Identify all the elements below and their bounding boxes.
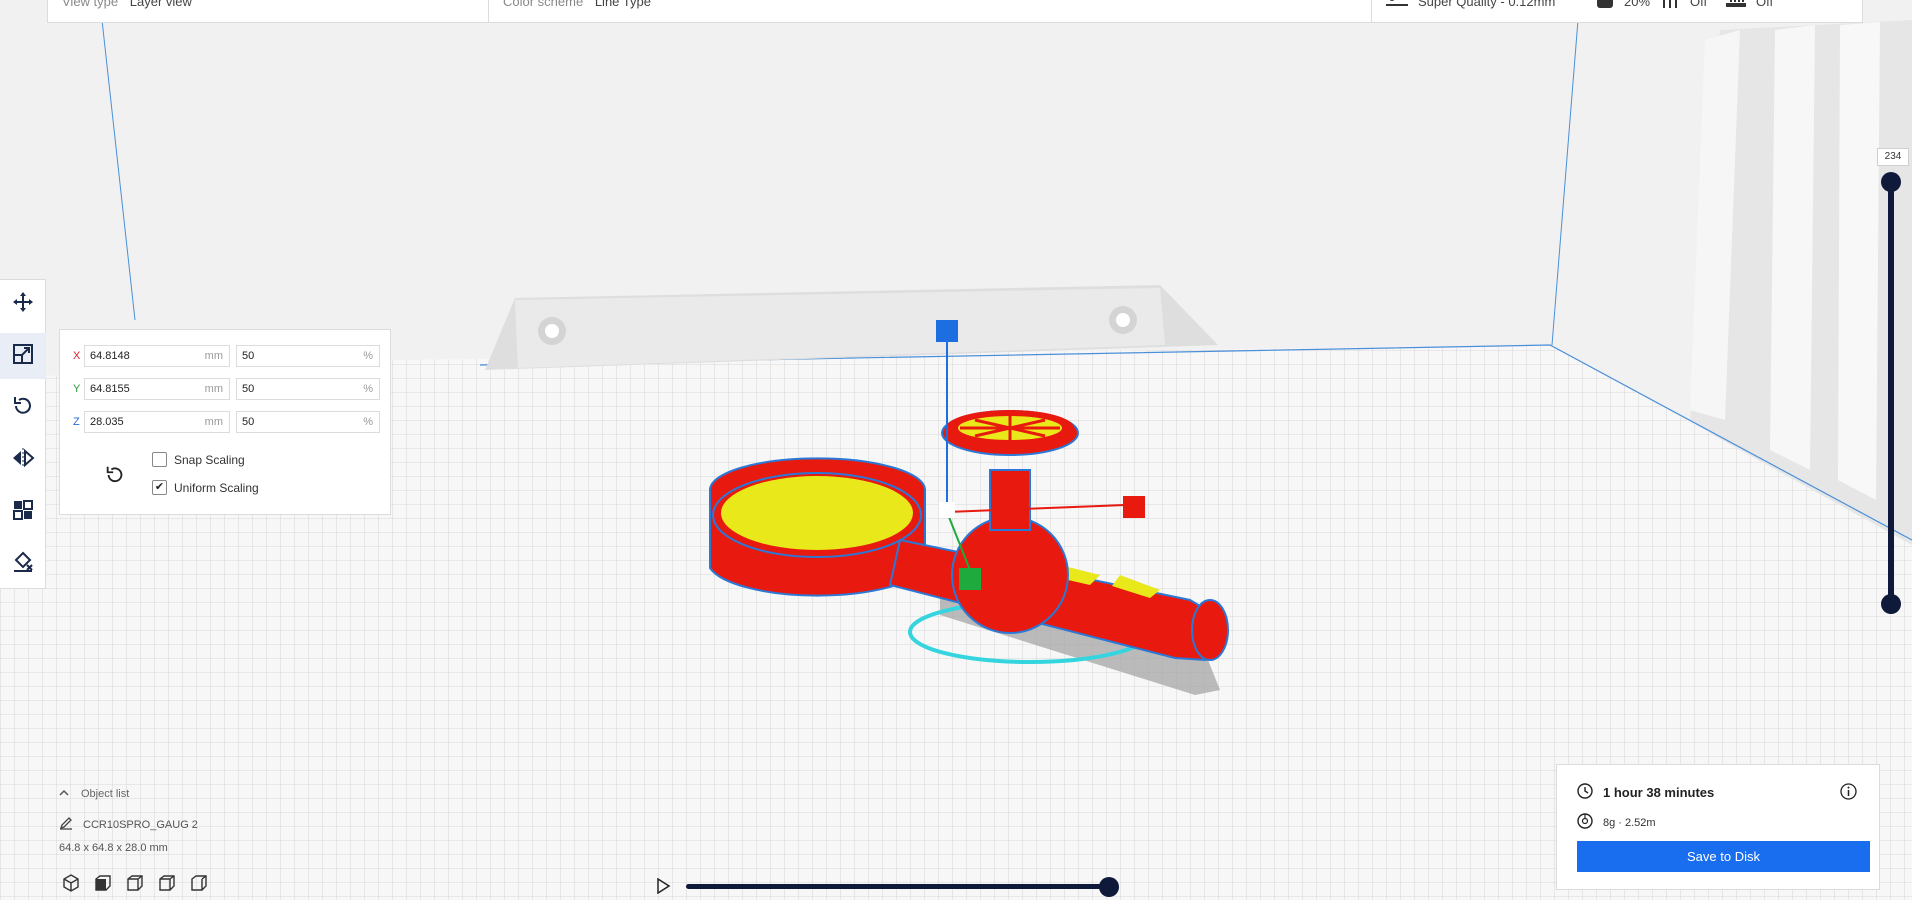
scale-z-mm-input[interactable]: 28.035 mm <box>84 411 230 433</box>
object-name: CCR10SPRO_GAUG 2 <box>83 818 198 831</box>
play-button[interactable] <box>655 877 671 899</box>
view-type-value: Layer view <box>129 0 192 9</box>
scale-x-mm-unit: mm <box>204 350 223 362</box>
scale-y-mm-unit: mm <box>204 383 223 395</box>
clock-icon <box>1577 783 1593 802</box>
snap-scaling-checkbox[interactable] <box>152 452 167 467</box>
print-settings-selector[interactable]: Super Quality - 0.12mm 20% Off Off <box>1372 0 1862 22</box>
sliders-icon <box>1386 0 1408 8</box>
mirror-tool-button[interactable] <box>0 437 46 483</box>
adhesion-value: Off <box>1756 0 1774 9</box>
axis-z-label: Z <box>73 416 80 428</box>
material-usage: 8g · 2.52m <box>1603 816 1656 829</box>
layer-number-input[interactable]: 234 <box>1877 148 1909 166</box>
view-right-button[interactable] <box>189 873 209 893</box>
play-icon <box>655 877 671 898</box>
rotate-tool-button[interactable] <box>0 385 46 431</box>
support-blocker-tool-button[interactable] <box>0 541 46 587</box>
scale-x-percent-input[interactable]: 50 % <box>236 345 380 367</box>
scale-z-percent-value: 50 <box>242 416 255 428</box>
scale-y-percent-unit: % <box>363 383 373 395</box>
adhesion-icon <box>1726 0 1746 8</box>
scale-z-mm-unit: mm <box>204 416 223 428</box>
tool-panel <box>0 279 46 589</box>
print-summary-panel: 1 hour 38 minutes 8g · 2.52m Save to Dis… <box>1556 764 1880 890</box>
print-time-row: 1 hour 38 minutes <box>1577 783 1714 802</box>
layer-slider-top-handle[interactable] <box>1881 172 1901 192</box>
profile-value: Super Quality - 0.12mm <box>1418 0 1556 9</box>
spool-icon <box>1577 813 1593 832</box>
view-type-label: View type <box>62 0 119 9</box>
scale-z-percent-input[interactable]: 50 % <box>236 411 380 433</box>
reset-icon <box>104 464 126 489</box>
infill-icon <box>1596 0 1614 8</box>
infill-value: 20% <box>1624 0 1651 9</box>
scale-x-percent-value: 50 <box>242 350 255 362</box>
scale-x-mm-value: 64.8148 <box>90 350 130 362</box>
print-time: 1 hour 38 minutes <box>1603 785 1715 800</box>
info-icon[interactable] <box>1840 783 1857 800</box>
snap-scaling-label: Snap Scaling <box>174 453 245 467</box>
scale-y-percent-value: 50 <box>242 383 255 395</box>
uniform-scaling-checkbox[interactable]: ✔ <box>152 480 167 495</box>
stage-header: View type Layer view Color scheme Line T… <box>47 0 1863 23</box>
material-usage-row: 8g · 2.52m <box>1577 813 1656 832</box>
per-model-settings-icon <box>11 498 35 527</box>
support-value: Off <box>1690 0 1708 9</box>
move-tool-button[interactable] <box>0 281 46 327</box>
axis-y-label: Y <box>73 383 81 395</box>
axis-x-label: X <box>73 350 81 362</box>
layer-progress-handle[interactable] <box>1099 877 1119 897</box>
scale-tool-button[interactable] <box>0 333 46 379</box>
view-top-button[interactable] <box>125 873 145 893</box>
support-icon <box>1660 0 1680 8</box>
scale-y-mm-value: 64.8155 <box>90 383 130 395</box>
scale-x-percent-unit: % <box>363 350 373 362</box>
camera-view-buttons <box>61 873 209 893</box>
object-list-header: Object list <box>81 788 130 800</box>
chevron-up-icon <box>59 788 69 800</box>
save-to-disk-button[interactable]: Save to Disk <box>1577 841 1870 872</box>
object-list-panel: Object list CCR10SPRO_GAUG 2 64.8 x 64.8… <box>59 786 359 854</box>
view-type-selector[interactable]: View type Layer view <box>48 0 489 22</box>
view-3d-button[interactable] <box>61 873 81 893</box>
layer-slider-bottom-handle[interactable] <box>1881 594 1901 614</box>
rotate-icon <box>11 394 35 423</box>
mirror-icon <box>11 446 35 475</box>
uniform-scaling-label: Uniform Scaling <box>174 481 259 495</box>
object-dimensions: 64.8 x 64.8 x 28.0 mm <box>59 842 168 854</box>
view-front-button[interactable] <box>93 873 113 893</box>
per-model-settings-tool-button[interactable] <box>0 489 46 535</box>
scale-z-percent-unit: % <box>363 416 373 428</box>
view-left-button[interactable] <box>157 873 177 893</box>
scale-x-mm-input[interactable]: 64.8148 mm <box>84 345 230 367</box>
scale-y-percent-input[interactable]: 50 % <box>236 378 380 400</box>
object-list-toggle[interactable]: Object list <box>59 786 359 802</box>
scale-panel: X 64.8148 mm 50 % Y 64.8155 mm 50 % Z 28… <box>59 329 391 515</box>
reset-scale-button[interactable] <box>100 461 130 491</box>
layer-slider-track[interactable] <box>1888 182 1894 604</box>
color-scheme-selector[interactable]: Color scheme Line Type <box>489 0 1372 22</box>
object-list-item[interactable]: CCR10SPRO_GAUG 2 <box>59 816 198 833</box>
support-blocker-icon <box>11 550 35 579</box>
color-scheme-label: Color scheme <box>503 0 584 9</box>
scale-y-mm-input[interactable]: 64.8155 mm <box>84 378 230 400</box>
pencil-icon <box>59 816 73 833</box>
scale-z-mm-value: 28.035 <box>90 416 124 428</box>
layer-progress-track[interactable] <box>686 884 1110 889</box>
scale-icon <box>11 342 35 371</box>
color-scheme-value: Line Type <box>594 0 651 9</box>
move-icon <box>11 290 35 319</box>
